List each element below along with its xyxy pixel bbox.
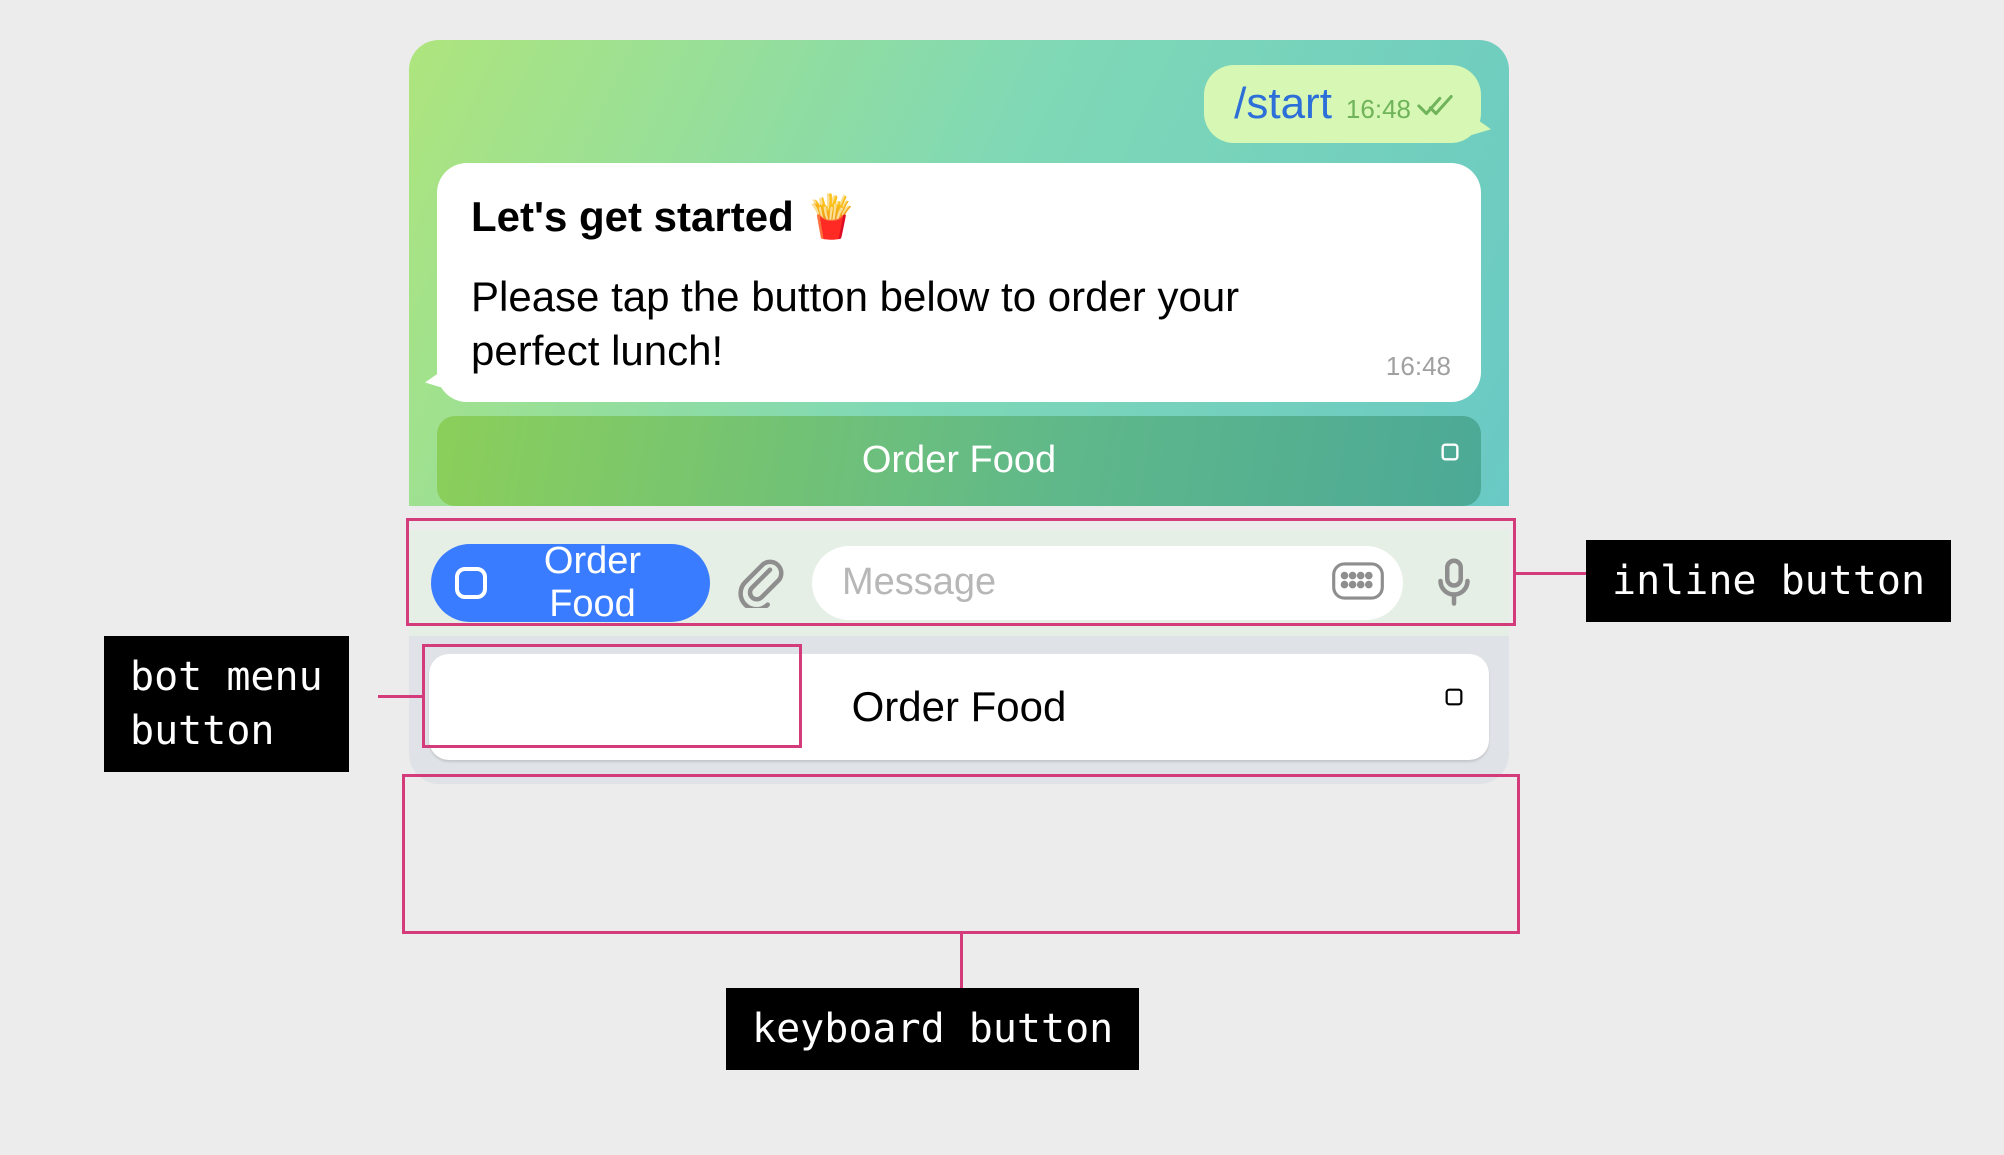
annotation-label-menu: bot menu button <box>104 636 349 772</box>
paperclip-icon <box>734 596 788 611</box>
outgoing-message-row: /start 16:48 <box>437 65 1481 143</box>
bot-menu-button[interactable]: Order Food <box>431 544 710 622</box>
annotation-highlight-keyboard <box>402 774 1520 934</box>
annotation-label-inline: inline button <box>1586 540 1951 622</box>
reply-keyboard-button-label: Order Food <box>852 683 1067 730</box>
outgoing-message-bubble: /start 16:48 <box>1204 65 1481 143</box>
annotation-connector <box>960 934 963 988</box>
message-input-bar: Order Food <box>409 530 1509 636</box>
incoming-message-time: 16:48 <box>1386 351 1451 382</box>
reply-keyboard: Order Food <box>409 636 1509 784</box>
incoming-message-body: Please tap the button below to order you… <box>471 270 1447 378</box>
outgoing-message-text: /start <box>1234 79 1332 129</box>
webapp-icon <box>1439 430 1461 473</box>
outgoing-message-time: 16:48 <box>1346 94 1411 125</box>
read-ticks-icon <box>1417 92 1455 118</box>
inline-keyboard-button-label: Order Food <box>862 439 1056 482</box>
annotation-connector <box>1516 572 1586 575</box>
incoming-message-title: Let's get started 🍟 <box>471 193 1447 242</box>
webapp-icon <box>1443 670 1465 718</box>
message-field[interactable] <box>812 546 1403 620</box>
chat-panel: /start 16:48 Let's get started 🍟 Please … <box>409 40 1509 784</box>
message-input[interactable] <box>842 561 1331 604</box>
attach-button[interactable] <box>728 548 794 617</box>
annotation-connector <box>378 695 422 698</box>
bot-menu-button-label: Order Food <box>505 540 680 626</box>
voice-message-button[interactable] <box>1421 548 1487 617</box>
inline-keyboard-button[interactable]: Order Food <box>437 416 1481 506</box>
microphone-icon <box>1427 596 1481 611</box>
annotation-label-keyboard: keyboard button <box>726 988 1139 1070</box>
keyboard-icon <box>1331 591 1385 606</box>
reply-keyboard-button[interactable]: Order Food <box>429 654 1489 760</box>
chat-background: /start 16:48 Let's get started 🍟 Please … <box>409 40 1509 506</box>
custom-keyboard-toggle[interactable] <box>1331 559 1385 606</box>
incoming-message-bubble: Let's get started 🍟 Please tap the butto… <box>437 163 1481 402</box>
webapp-icon <box>451 563 491 603</box>
